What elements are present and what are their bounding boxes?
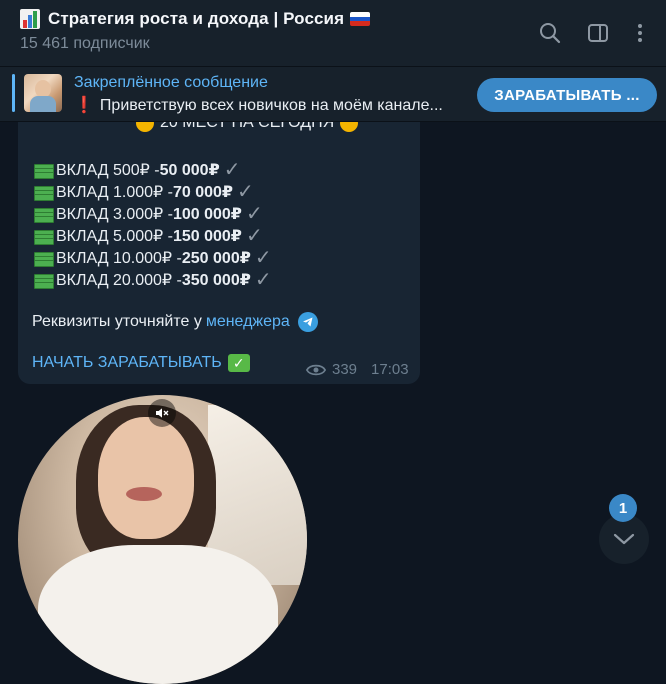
unread-badge: 1 [609,494,637,522]
pinned-preview-text: Приветствую всех новичков на моём канале… [99,97,443,114]
chart-emoji-icon [20,9,42,29]
message-meta: 339 17:03 [306,361,409,378]
manager-link[interactable]: менеджера [206,313,290,331]
money-stack-icon [32,228,54,245]
mouth-shape [126,487,162,501]
telegram-icon [297,312,318,332]
deposit-label: ВКЛАД 20.000₽ - [56,271,182,289]
channel-title: Стратегия роста и дохода | Россия [48,9,345,28]
chevron-down-icon [613,533,635,545]
pinned-title: Закреплённое сообщение [74,74,268,91]
jacket-shape [38,545,278,684]
deposit-label: ВКЛАД 1.000₽ - [56,183,173,201]
view-count: 339 [332,361,358,378]
money-stack-icon [32,272,54,289]
subscriber-count: 15 461 подписчик [20,35,150,52]
video-message[interactable] [18,395,307,684]
eye-icon [306,364,326,375]
requisites-text: Реквизиты уточняйте у [32,313,202,330]
green-check-icon: ✓ [227,354,250,372]
pinned-thumbnail [24,74,62,112]
search-icon[interactable] [538,21,562,45]
message-time: 17:03 [371,361,409,378]
check-mark-icon: ✓ [254,269,272,291]
money-stack-icon [32,206,54,223]
earn-button[interactable]: ЗАРАБАТЫВАТЬ ... [477,78,657,112]
start-earning-text: НАЧАТЬ ЗАРАБАТЫВАТЬ [32,354,222,371]
channel-title-row[interactable]: Стратегия роста и дохода | Россия [20,9,371,29]
deposit-label: ВКЛАД 500₽ - [56,161,160,179]
start-earning-link[interactable]: НАЧАТЬ ЗАРАБАТЫВАТЬ ✓ [32,354,250,372]
pinned-preview: ❗ Приветствую всех новичков на моём канал… [74,95,443,115]
mute-icon[interactable] [148,399,176,427]
deposit-amount: 50 000₽ [159,161,220,179]
chat-header: Стратегия роста и дохода | Россия 15 461… [0,0,666,67]
deposit-label: ВКЛАД 10.000₽ - [56,249,182,267]
deposit-label: ВКЛАД 3.000₽ - [56,205,173,223]
exclamation-icon: ❗ [74,97,94,114]
pinned-indicator [12,74,15,112]
requisites-line: Реквизиты уточняйте у менеджера [32,312,318,332]
more-vertical-icon[interactable] [628,21,652,45]
money-stack-icon [32,184,54,201]
deposit-amount: 250 000₽ [181,249,251,267]
deposit-amount: 70 000₽ [172,183,234,201]
deposit-amount: 150 000₽ [172,227,242,245]
deposit-line: ВКЛАД 20.000₽ - 350 000₽ ✓ [32,267,272,292]
money-stack-icon [32,162,54,179]
face-shape [98,417,194,539]
money-stack-icon [32,250,54,267]
deposit-label: ВКЛАД 5.000₽ - [56,227,173,245]
deposit-amount: 350 000₽ [181,271,251,289]
sidebar-toggle-icon[interactable] [586,21,610,45]
deposit-amount: 100 000₽ [172,205,242,223]
russia-flag-icon [350,12,371,26]
